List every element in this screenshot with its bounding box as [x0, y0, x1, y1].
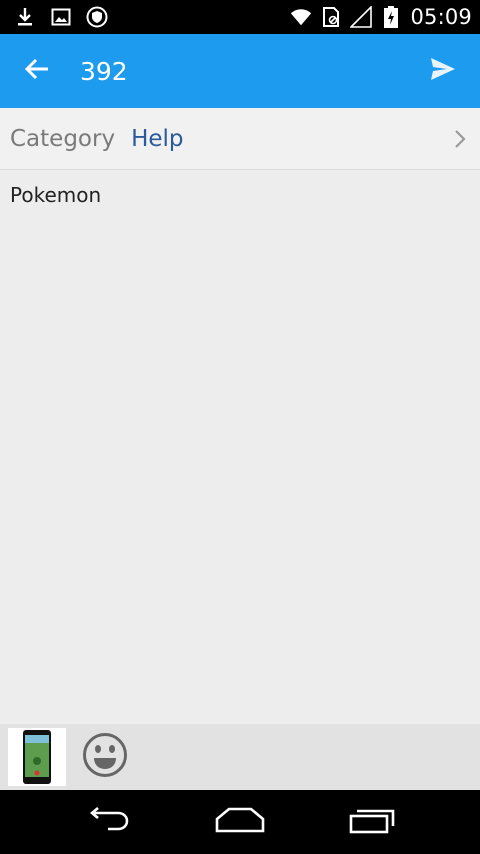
- category-value: Help: [131, 125, 184, 152]
- status-right-icons: 05:09: [290, 0, 480, 34]
- wifi-icon: [290, 6, 312, 28]
- image-icon: [50, 6, 72, 28]
- send-icon: [429, 56, 457, 87]
- status-left-icons: [0, 0, 108, 34]
- post-content-area[interactable]: Pokemon: [0, 170, 480, 724]
- app-bar: 392: [0, 34, 480, 108]
- nav-recents-button[interactable]: [338, 790, 408, 854]
- emoji-button[interactable]: [80, 732, 130, 782]
- status-bar: 05:09: [0, 0, 480, 34]
- post-text: Pokemon: [10, 183, 102, 207]
- category-label: Category: [10, 125, 116, 152]
- back-icon: [84, 806, 130, 838]
- chevron-right-icon: [440, 108, 480, 170]
- back-button[interactable]: [0, 34, 74, 108]
- attachment-thumbnail[interactable]: [8, 728, 66, 786]
- arrow-left-icon: [24, 57, 50, 86]
- battery-icon: [380, 6, 402, 28]
- page-title: 392: [80, 56, 128, 86]
- system-nav-bar: [0, 790, 480, 854]
- shield-icon: [86, 6, 108, 28]
- nav-back-button[interactable]: [72, 790, 142, 854]
- recents-icon: [349, 806, 397, 839]
- category-selector[interactable]: Category Help: [0, 108, 480, 170]
- attachment-toolbar: [0, 724, 480, 790]
- signal-icon: [350, 6, 373, 28]
- emoji-icon: [82, 732, 128, 783]
- status-time: 05:09: [410, 5, 472, 29]
- send-button[interactable]: [406, 34, 480, 108]
- sim-icon: [320, 6, 342, 28]
- download-icon: [14, 6, 36, 28]
- phone-screenshot-thumbnail: [23, 730, 51, 784]
- home-icon: [215, 807, 265, 838]
- nav-home-button[interactable]: [205, 790, 275, 854]
